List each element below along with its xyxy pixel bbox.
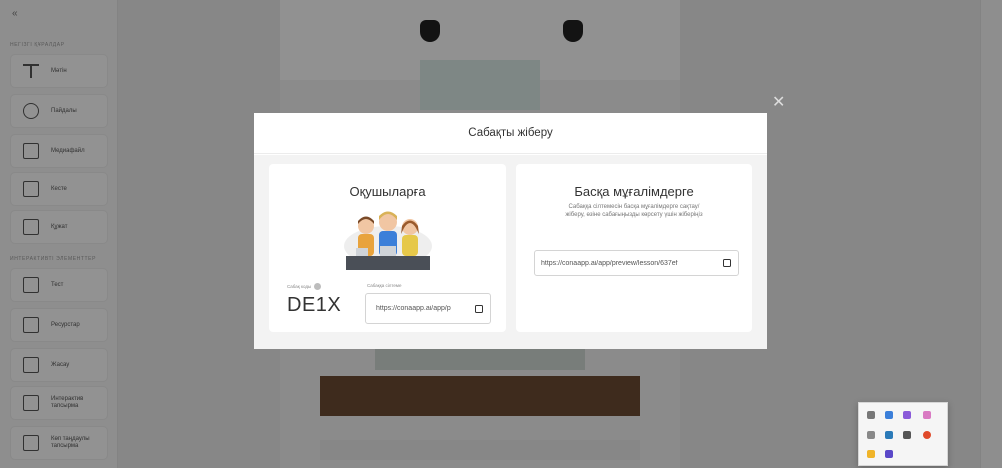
tray-app-icon[interactable] bbox=[923, 411, 931, 419]
share-lesson-dialog: Сабақты жіберу Оқушыларға Сабақ коды DE1… bbox=[254, 113, 767, 349]
dialog-title: Сабақты жіберу bbox=[254, 113, 767, 154]
students-card-title: Оқушыларға bbox=[349, 184, 426, 199]
teacher-link-input[interactable] bbox=[541, 259, 720, 267]
students-illustration bbox=[344, 211, 432, 270]
copy-icon[interactable] bbox=[723, 259, 731, 267]
teachers-description: Сабаққа сілтемесін басқа мұғалімдерге са… bbox=[565, 204, 703, 218]
tray-app-icon[interactable] bbox=[885, 431, 893, 439]
student-link-field bbox=[365, 293, 491, 324]
lesson-link-label: Сабаққа сілтеме bbox=[367, 283, 402, 288]
lesson-code-label: Сабақ коды bbox=[287, 283, 322, 290]
tray-app-icon[interactable] bbox=[923, 431, 931, 439]
student-link-input[interactable] bbox=[376, 305, 472, 312]
lesson-code-label-text: Сабақ коды bbox=[287, 284, 312, 289]
teacher-link-field bbox=[534, 250, 739, 276]
tray-app-icon[interactable] bbox=[885, 411, 893, 419]
teachers-card: Басқа мұғалімдерге Сабаққа сілтемесін ба… bbox=[516, 164, 752, 332]
students-card: Оқушыларға Сабақ коды DE1X Сабаққа сілте… bbox=[269, 164, 506, 332]
tray-app-icon[interactable] bbox=[867, 411, 875, 419]
tray-app-icon[interactable] bbox=[903, 411, 911, 419]
tray-app-icon[interactable] bbox=[867, 431, 875, 439]
teachers-card-title: Басқа мұғалімдерге bbox=[574, 184, 694, 199]
info-icon[interactable] bbox=[314, 283, 322, 290]
system-tray-popup bbox=[858, 402, 948, 466]
dialog-body: Оқушыларға Сабақ коды DE1X Сабаққа сілте… bbox=[254, 155, 767, 349]
close-icon[interactable]: ✕ bbox=[772, 92, 785, 112]
lesson-code: DE1X bbox=[287, 294, 342, 316]
copy-icon[interactable] bbox=[475, 304, 483, 313]
tray-app-icon[interactable] bbox=[903, 431, 911, 439]
tray-app-icon[interactable] bbox=[867, 450, 875, 458]
tray-app-icon[interactable] bbox=[885, 450, 893, 458]
